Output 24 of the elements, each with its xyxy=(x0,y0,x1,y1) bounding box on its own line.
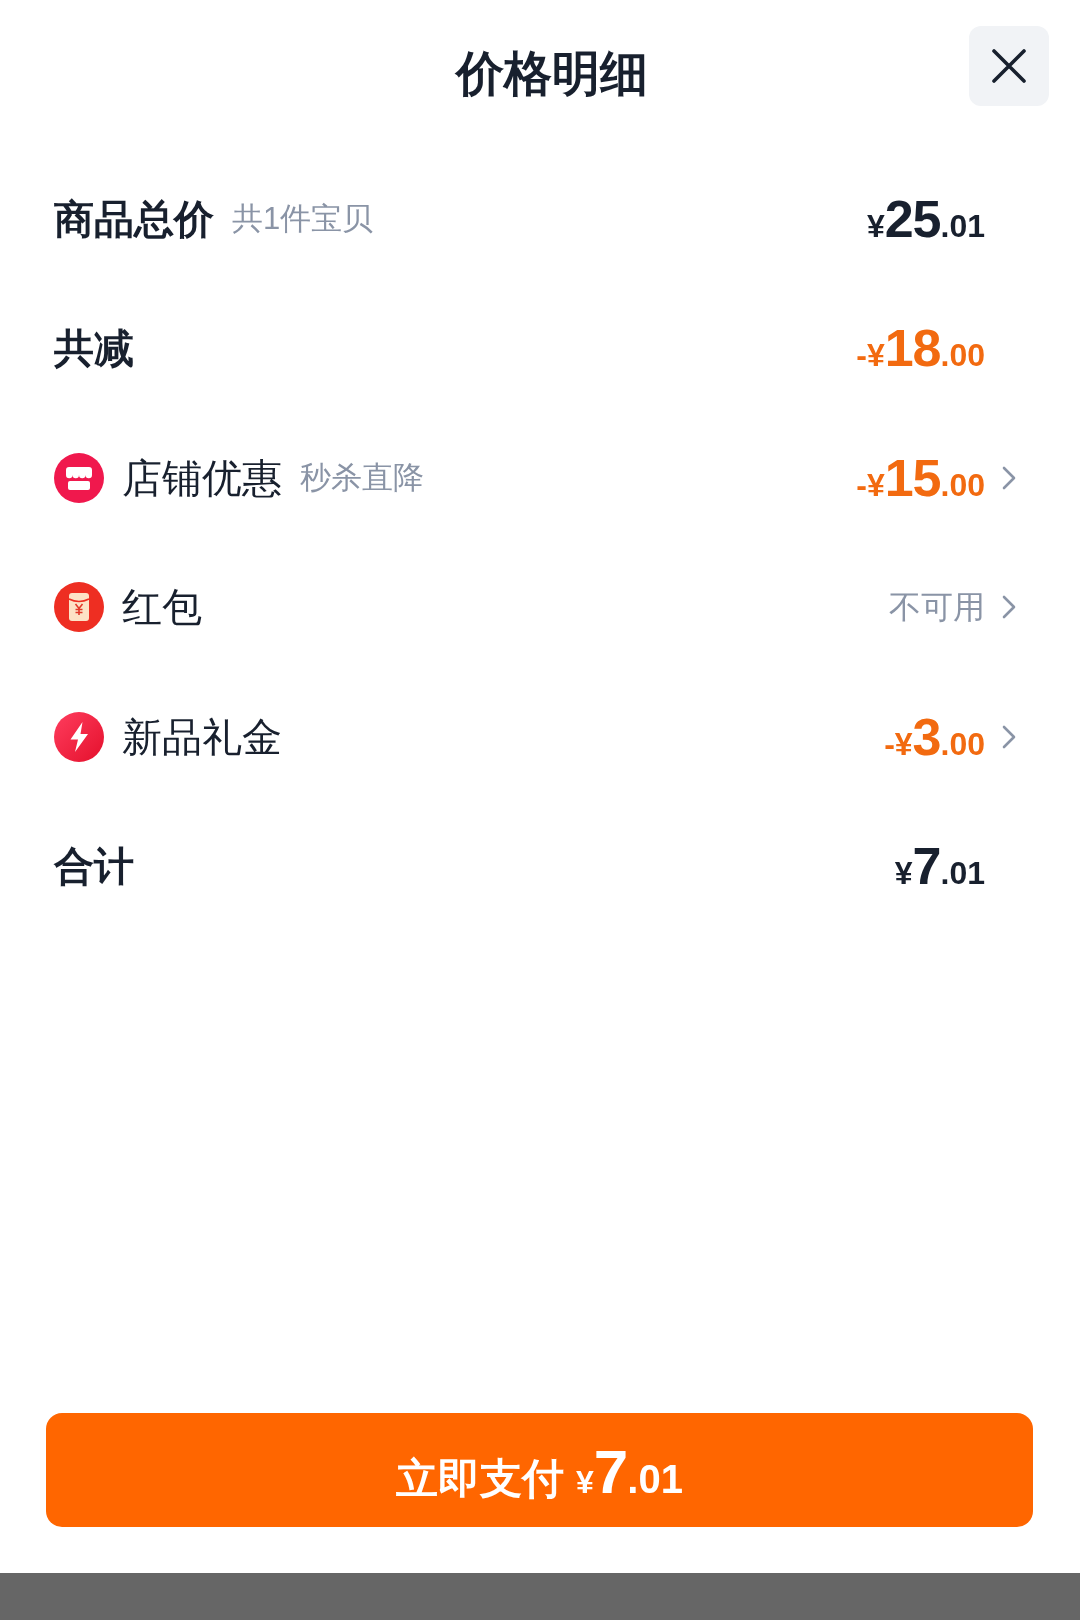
chevron-right-icon[interactable] xyxy=(1002,595,1016,620)
row-label: 商品总价 xyxy=(54,195,214,243)
chevron-right-icon[interactable] xyxy=(1002,465,1016,490)
status-text: 不可用 xyxy=(889,588,985,628)
price-amount: ¥25.01 xyxy=(866,192,985,245)
row-label: 店铺优惠 xyxy=(122,454,282,502)
row-label: 红包 xyxy=(122,584,202,632)
row-note: 共1件宝贝 xyxy=(232,199,374,238)
pay-now-button[interactable]: 立即支付 ¥7.01 xyxy=(46,1413,1033,1527)
price-amount: -¥18.00 xyxy=(856,322,985,375)
price-amount: ¥7.01 xyxy=(894,840,985,893)
close-icon xyxy=(991,48,1027,84)
close-button[interactable] xyxy=(969,26,1049,106)
row-label: 新品礼金 xyxy=(122,713,282,761)
sheet-title: 价格明细 xyxy=(455,46,648,102)
price-amount: -¥3.00 xyxy=(884,710,985,763)
chevron-right-icon[interactable] xyxy=(1002,724,1016,749)
envelope-icon xyxy=(54,582,104,633)
row-label: 合计 xyxy=(54,843,134,891)
price-amount: -¥15.00 xyxy=(856,451,985,504)
row-note: 秒杀直降 xyxy=(300,458,424,497)
row-label: 共减 xyxy=(54,325,134,373)
store-icon xyxy=(54,452,104,503)
lightning-icon xyxy=(54,711,104,762)
